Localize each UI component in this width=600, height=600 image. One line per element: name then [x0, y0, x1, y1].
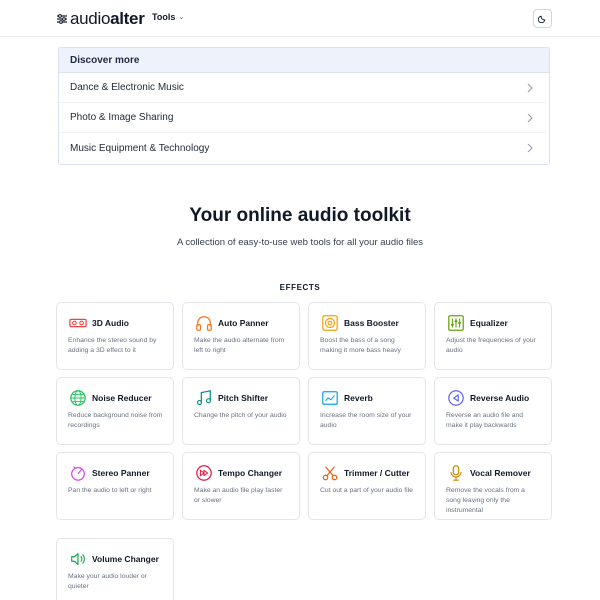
chevron-right-icon [527, 143, 533, 153]
tool-card-stereo-panner[interactable]: Stereo Panner Pan the audio to left or r… [56, 452, 174, 520]
globe-icon [68, 388, 88, 408]
moon-icon [538, 15, 546, 23]
tool-card-reverb[interactable]: Reverb Increase the room size of your au… [308, 377, 426, 445]
reverb-icon [320, 388, 340, 408]
logo-text-light: audio [70, 9, 111, 28]
tool-card-title: Vocal Remover [470, 468, 531, 478]
tool-card-title: Trimmer / Cutter [344, 468, 410, 478]
tool-card-description: Adjust the frequencies of your audio [446, 337, 536, 354]
tool-card-description: Make the audio alternate from left to ri… [194, 337, 285, 354]
tool-card-auto-panner[interactable]: Auto Panner Make the audio alternate fro… [182, 302, 300, 370]
tool-card-title: Pitch Shifter [218, 393, 269, 403]
discover-item-label: Dance & Electronic Music [70, 82, 184, 93]
tool-card-description: Reduce background noise from recordings [68, 412, 163, 429]
tool-card-description: Increase the room size of your audio [320, 412, 412, 429]
chevron-right-icon [527, 113, 533, 122]
tools-menu-button[interactable]: Tools ⌄ [152, 12, 184, 22]
tool-card-volume-changer[interactable]: Volume Changer Make your audio louder or… [56, 538, 174, 600]
logo-text: audioalter [70, 9, 145, 29]
tool-card-pitch-shifter[interactable]: Pitch Shifter Change the pitch of your a… [182, 377, 300, 445]
discover-heading: Discover more [59, 48, 549, 73]
section-title-effects: EFFECTS [279, 283, 321, 292]
pan-dial-icon [68, 463, 88, 483]
tool-card-description: Boost the bass of a song making it more … [320, 337, 401, 354]
tool-card-vocal-remover[interactable]: Vocal Remover Remove the vocals from a s… [434, 452, 552, 520]
tools-menu-label: Tools [152, 12, 176, 22]
tool-card-description: Pan the audio to left or right [68, 487, 152, 494]
tool-card-description: Enhance the stereo sound by adding a 3D … [68, 337, 157, 354]
scissors-icon [320, 463, 340, 483]
speaker-icon [320, 313, 340, 333]
3d-glasses-icon [68, 313, 88, 333]
volume-icon [68, 549, 88, 569]
music-notes-icon [194, 388, 214, 408]
tool-card-title: Stereo Panner [92, 468, 150, 478]
logo[interactable]: audioalter [56, 9, 145, 29]
tool-card-description: Remove the vocals from a song leaving on… [446, 487, 525, 514]
discover-item[interactable]: Photo & Image Sharing [59, 103, 546, 133]
discover-item[interactable]: Music Equipment & Technology [59, 133, 546, 163]
tool-card-reverse-audio[interactable]: Reverse Audio Reverse an audio file and … [434, 377, 552, 445]
page-subtitle: A collection of easy-to-use web tools fo… [176, 237, 424, 248]
tool-card-title: Volume Changer [92, 554, 159, 564]
tool-card-description: Make an audio file play faster or slower [194, 487, 283, 504]
logo-text-bold: alter [110, 9, 145, 28]
discover-item-label: Photo & Image Sharing [70, 112, 174, 123]
tool-card-title: Auto Panner [218, 318, 269, 328]
fast-forward-icon [194, 463, 214, 483]
tool-card-title: Equalizer [470, 318, 508, 328]
tool-card-title: Bass Booster [344, 318, 399, 328]
tool-card-title: Noise Reducer [92, 393, 152, 403]
page-title: Your online audio toolkit [189, 205, 411, 226]
tool-card-description: Cut out a part of your audio file [320, 487, 413, 494]
equalizer-icon [446, 313, 466, 333]
tool-card-3d-audio[interactable]: 3D Audio Enhance the stereo sound by add… [56, 302, 174, 370]
chevron-down-icon: ⌄ [178, 14, 185, 21]
tool-card-description: Change the pitch of your audio [194, 412, 287, 419]
tool-card-noise-reducer[interactable]: Noise Reducer Reduce background noise fr… [56, 377, 174, 445]
tool-card-description: Make your audio louder or quieter [68, 573, 147, 590]
tool-card-tempo-changer[interactable]: Tempo Changer Make an audio file play fa… [182, 452, 300, 520]
discover-more-panel: Discover more Dance & Electronic Music P… [58, 47, 550, 165]
tool-card-trimmer-cutter[interactable]: Trimmer / Cutter Cut out a part of your … [308, 452, 426, 520]
microphone-icon [446, 463, 466, 483]
tool-card-title: 3D Audio [92, 318, 129, 328]
reverse-icon [446, 388, 466, 408]
tool-card-title: Tempo Changer [218, 468, 283, 478]
sliders-icon [57, 14, 67, 24]
chevron-right-icon [527, 83, 533, 92]
tool-card-equalizer[interactable]: Equalizer Adjust the frequencies of your… [434, 302, 552, 370]
top-header: audioalter Tools ⌄ [0, 0, 600, 37]
tool-card-description: Reverse an audio file and make it play b… [446, 412, 524, 429]
tool-card-bass-booster[interactable]: Bass Booster Boost the bass of a song ma… [308, 302, 426, 370]
theme-toggle-button[interactable] [533, 9, 552, 28]
tool-card-title: Reverse Audio [470, 393, 530, 403]
headphones-icon [194, 313, 214, 333]
tool-card-title: Reverb [344, 393, 373, 403]
discover-item-label: Music Equipment & Technology [70, 142, 210, 154]
discover-item[interactable]: Dance & Electronic Music [59, 73, 546, 103]
